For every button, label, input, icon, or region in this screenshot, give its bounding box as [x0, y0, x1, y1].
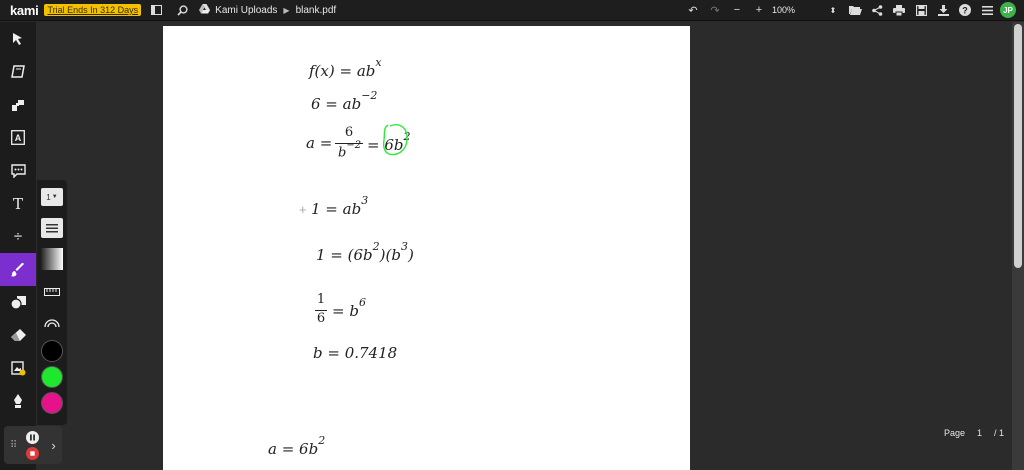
page-total: / 1: [993, 428, 1004, 438]
page-label: Page: [943, 428, 965, 438]
text-tool[interactable]: T: [0, 187, 36, 220]
line-style-button[interactable]: [37, 214, 67, 242]
dropdown-arrow-icon: ▼: [51, 194, 58, 200]
menu-icon[interactable]: [978, 1, 996, 19]
black-swatch[interactable]: [41, 340, 63, 362]
equation-tool[interactable]: ÷: [0, 220, 36, 253]
breadcrumb-file[interactable]: blank.pdf: [296, 5, 337, 16]
breadcrumb-folder[interactable]: Kami Uploads: [215, 5, 277, 16]
left-toolbar: A T ÷ ⠿ ›: [0, 22, 62, 470]
pink-swatch[interactable]: [41, 392, 63, 414]
equation-line-2: 6 = ab−2: [311, 89, 378, 113]
google-drive-icon: [199, 3, 211, 17]
top-toolbar: kami Trial Ends In 312 Days Kami Uploads…: [0, 0, 1024, 21]
svg-text:?: ?: [962, 6, 968, 16]
share-icon[interactable]: [868, 1, 886, 19]
recording-controls: ⠿ ›: [4, 426, 62, 464]
breadcrumb: Kami Uploads ▶ blank.pdf: [199, 3, 337, 17]
eraser-tool[interactable]: [0, 319, 36, 352]
text-box-icon: A: [11, 130, 25, 145]
stroke-size-picker[interactable]: 1 ▼: [37, 180, 67, 214]
save-icon[interactable]: [912, 1, 930, 19]
help-icon[interactable]: ?: [956, 1, 974, 19]
redo-icon[interactable]: ↷: [706, 1, 724, 19]
book-icon: [11, 65, 25, 78]
equation-line-5: 1 = (6b2)(b3): [316, 240, 414, 264]
pen-nib-icon: [14, 394, 22, 408]
text-box-tool[interactable]: A: [0, 121, 36, 154]
page-current[interactable]: 1: [977, 428, 982, 438]
pdf-page[interactable]: f(x) = abx 6 = ab−2 a = 6 b−2 = 6b2 1 = …: [163, 26, 690, 470]
shapes-icon: [10, 295, 26, 310]
equation-line-1: f(x) = abx: [309, 56, 382, 80]
equation-line-8: a = 6b2: [268, 434, 326, 458]
vertical-scrollbar[interactable]: [1012, 22, 1024, 470]
eraser-icon: [10, 329, 26, 341]
right-toolbar: ↶ ↷ − + 100% ⬍ ? JP: [684, 1, 1016, 19]
ruler-icon: [44, 288, 60, 296]
color-green[interactable]: [37, 364, 67, 390]
opacity-button[interactable]: [37, 242, 67, 276]
kami-logo: kami: [10, 2, 39, 18]
open-folder-icon[interactable]: [846, 1, 864, 19]
drawing-tool[interactable]: [0, 253, 36, 286]
image-tool[interactable]: [0, 352, 36, 385]
markup-tool[interactable]: [0, 88, 36, 121]
dictionary-tool[interactable]: [0, 55, 36, 88]
pause-icon[interactable]: [26, 430, 40, 444]
zoom-out-icon[interactable]: −: [728, 1, 746, 19]
chevron-right-icon: ▶: [283, 5, 290, 15]
zoom-dropdown-icon[interactable]: ⬍: [824, 1, 842, 19]
comment-icon: [10, 163, 26, 178]
gradient-icon: [41, 248, 63, 270]
highlighter-icon: [12, 99, 24, 111]
trial-badge[interactable]: Trial Ends In 312 Days: [44, 4, 142, 16]
shapes-tool[interactable]: [0, 286, 36, 319]
color-black[interactable]: [37, 338, 67, 364]
expand-chevron-icon[interactable]: ›: [51, 438, 55, 453]
equation-line-4: 1 = ab3: [311, 194, 369, 218]
scrollbar-thumb[interactable]: [1014, 24, 1022, 268]
select-tool[interactable]: [0, 22, 36, 55]
stroke-size-value: 1: [46, 192, 51, 202]
zoom-level[interactable]: 100%: [772, 5, 820, 15]
crosshair-cursor-icon: +: [299, 202, 307, 217]
signature-tool[interactable]: [0, 385, 36, 418]
download-icon[interactable]: [934, 1, 952, 19]
print-icon[interactable]: [890, 1, 908, 19]
cursor-arrow-icon: [13, 32, 22, 45]
drag-handle-icon[interactable]: ⠿: [10, 440, 17, 451]
green-swatch[interactable]: [41, 366, 63, 388]
green-ink-annotation[interactable]: [380, 122, 412, 160]
color-pink[interactable]: [37, 390, 67, 416]
stop-record-icon[interactable]: [26, 446, 40, 460]
recording-buttons: [26, 430, 40, 460]
search-icon[interactable]: [173, 1, 191, 19]
divide-icon: ÷: [13, 228, 23, 245]
ruler-button[interactable]: [37, 276, 67, 308]
zoom-in-icon[interactable]: +: [750, 1, 768, 19]
equation-line-7: b = 0.7418: [313, 344, 398, 362]
protractor-button[interactable]: [37, 308, 67, 338]
undo-icon[interactable]: ↶: [684, 1, 702, 19]
drawing-options-palette: 1 ▼: [37, 180, 67, 425]
page-indicator: Page 1 / 1: [944, 428, 1004, 438]
text-t-icon: T: [12, 194, 23, 213]
svg-text:A: A: [15, 133, 22, 143]
lines-icon: [41, 218, 63, 238]
add-image-icon: [10, 361, 25, 376]
paintbrush-icon: [11, 262, 24, 276]
sidebar-toggle-icon[interactable]: [147, 1, 165, 19]
avatar[interactable]: JP: [1000, 2, 1016, 18]
comment-tool[interactable]: [0, 154, 36, 187]
protractor-icon: [44, 319, 60, 328]
